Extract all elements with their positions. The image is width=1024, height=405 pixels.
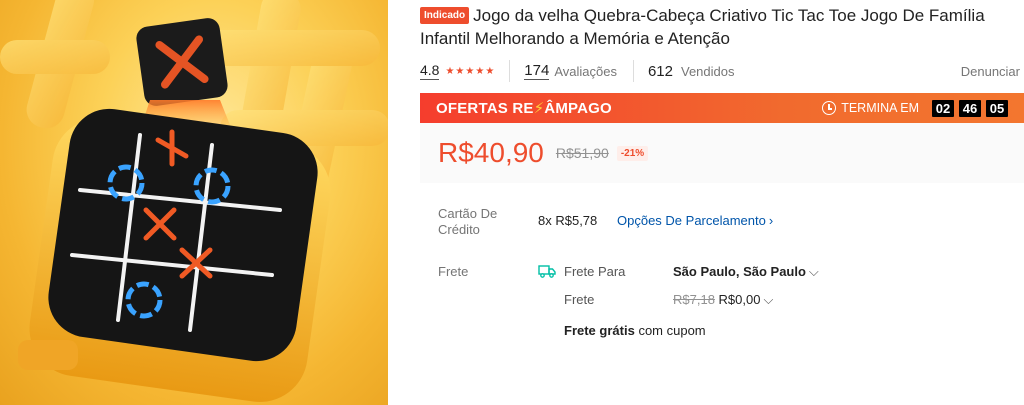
price-section: R$40,90 R$51,90 -21% xyxy=(420,123,1024,183)
timer-hours: 02 xyxy=(932,99,954,117)
timer-seconds: 05 xyxy=(986,99,1008,117)
current-price: R$40,90 xyxy=(438,137,544,168)
product-stats: 4.8 ★★★★★ 174 Avaliações 612 Vendidos De… xyxy=(420,60,1024,82)
rating-stars-icon: ★★★★★ xyxy=(445,65,496,77)
free-shipping-note: Frete grátis com cupom xyxy=(564,323,706,338)
timer-minutes: 46 xyxy=(959,99,981,117)
shipping-cost-label: Frete xyxy=(564,292,595,307)
shipping-current-cost: R$0,00 xyxy=(718,292,761,307)
shipping-cost[interactable]: R$7,18 R$0,00 ⌵ xyxy=(673,292,773,308)
original-price: R$51,90 xyxy=(555,145,609,161)
divider xyxy=(632,60,634,82)
sold-count: 612 xyxy=(647,62,673,80)
discount-badge: -21% xyxy=(616,145,649,161)
shipping-label: Frete xyxy=(438,264,469,279)
reviews-count[interactable]: 174 xyxy=(524,62,550,80)
installment-options-link[interactable]: Opções De Parcelamento › xyxy=(617,213,773,228)
flash-sale-banner: OFERTAS RE⚡ÂMPAGO TERMINA EM 02 46 05 xyxy=(420,93,1024,123)
flash-sale-title: OFERTAS RE⚡ÂMPAGO xyxy=(436,100,612,117)
lightning-icon: ⚡ xyxy=(533,100,545,117)
recommended-badge: Indicado xyxy=(420,7,470,24)
reviews-label: Avaliações xyxy=(554,63,617,79)
product-image[interactable] xyxy=(0,0,388,405)
product-info-panel: Indicado Jogo da velha Quebra-Cabeça Cria… xyxy=(420,0,1024,405)
chevron-down-icon: ⌵ xyxy=(763,292,774,307)
chevron-right-icon: › xyxy=(768,213,774,228)
report-button[interactable]: Denunciar xyxy=(961,64,1020,79)
clock-icon xyxy=(822,101,837,115)
shipping-destination-select[interactable]: São Paulo, São Paulo ⌵ xyxy=(673,264,819,280)
divider xyxy=(509,60,511,82)
product-title: Indicado Jogo da velha Quebra-Cabeça Cria… xyxy=(420,4,1024,50)
chevron-down-icon: ⌵ xyxy=(808,264,819,279)
tic-tac-toe-illustration xyxy=(0,0,388,403)
countdown-timer: TERMINA EM 02 46 05 xyxy=(822,99,1008,117)
ends-in-label: TERMINA EM xyxy=(841,101,919,115)
shipping-original-cost: R$7,18 xyxy=(673,292,715,307)
rating-value[interactable]: 4.8 xyxy=(420,62,440,80)
shipping-to-label: Frete Para xyxy=(564,264,626,279)
installments-value: 8x R$5,78 xyxy=(538,213,598,228)
installments-label: Cartão De Crédito xyxy=(438,206,498,237)
sold-label: Vendidos xyxy=(681,63,735,79)
product-title-text: Jogo da velha Quebra-Cabeça Criativo Tic… xyxy=(420,6,985,48)
truck-icon xyxy=(538,265,556,278)
